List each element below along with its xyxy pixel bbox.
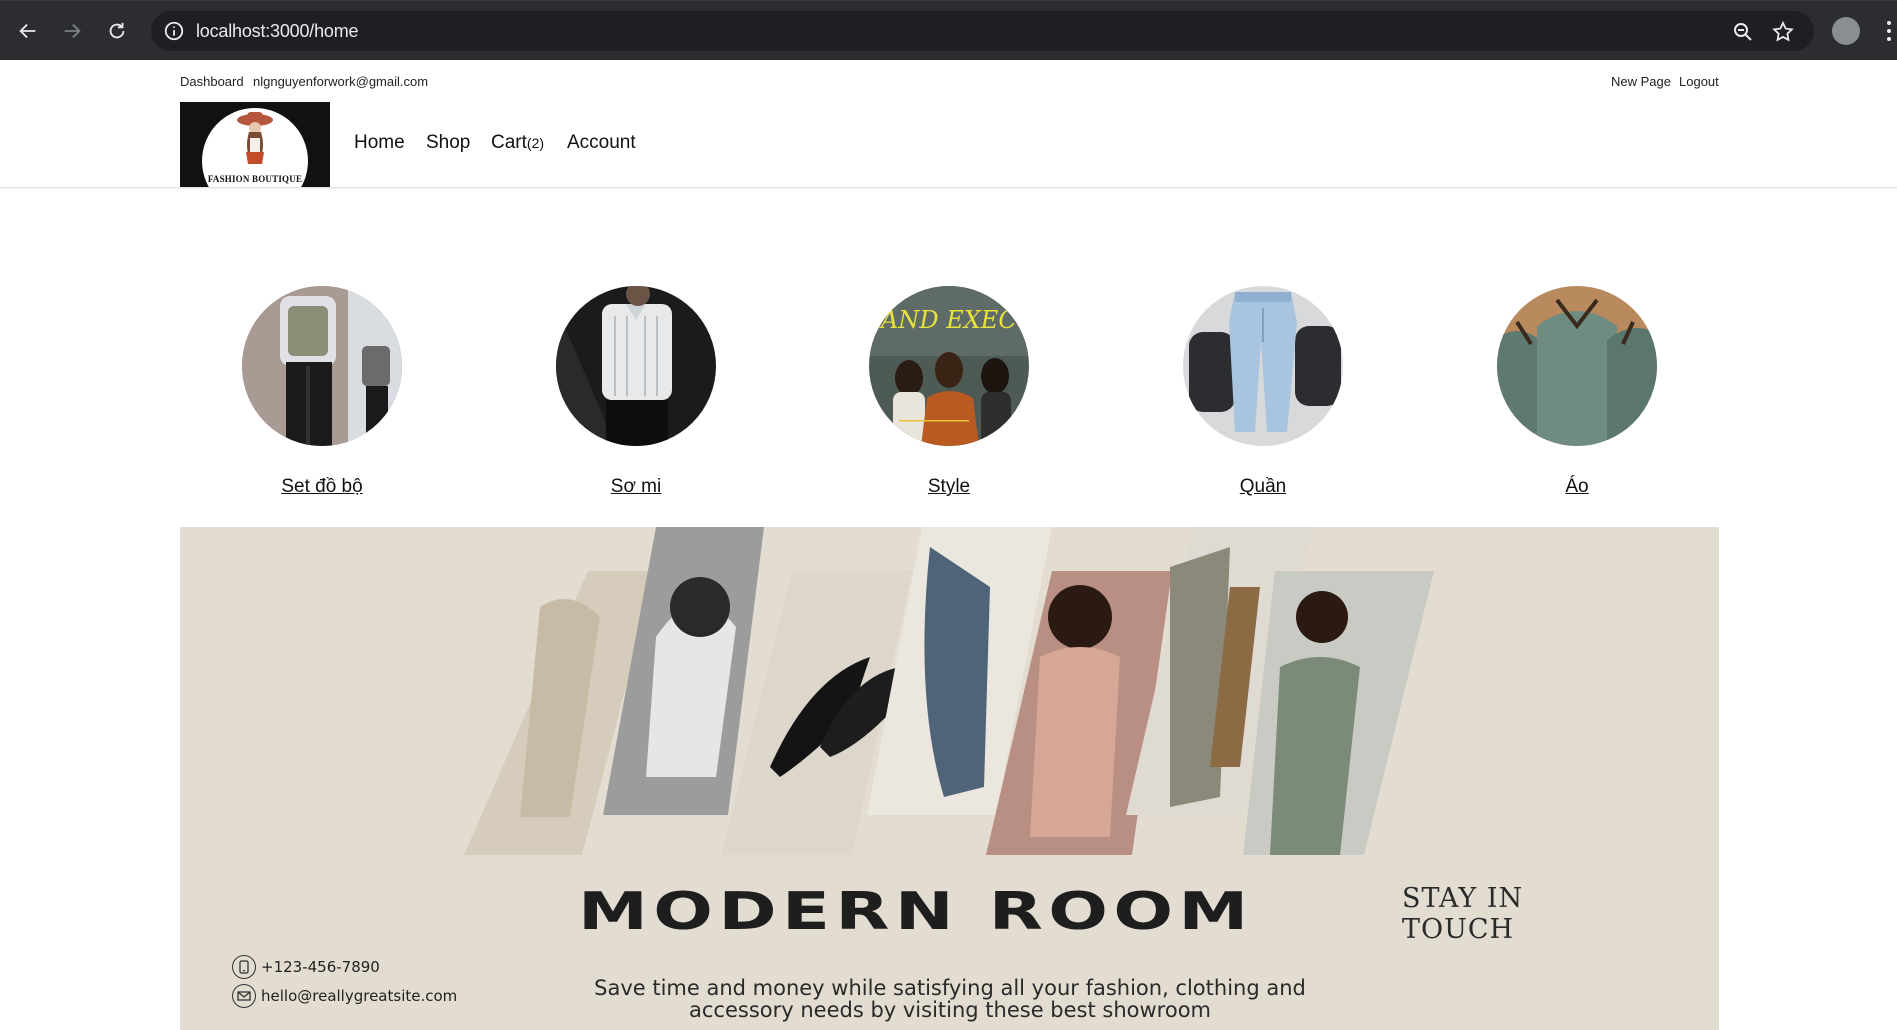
forward-button[interactable] <box>58 17 86 45</box>
arrow-left-icon <box>19 23 36 39</box>
category-quan[interactable]: Quần <box>1163 286 1363 498</box>
nav-cart[interactable]: Cart(2) <box>491 132 544 154</box>
logo-text: FASHION BOUTIQUE <box>207 174 303 184</box>
category-so-mi[interactable]: Sơ mi <box>536 286 736 498</box>
category-image[interactable] <box>1183 286 1343 446</box>
category-style[interactable]: AND EXECU Style <box>849 286 1049 498</box>
zoom-icon[interactable] <box>1731 20 1755 44</box>
phone-icon <box>232 955 256 979</box>
category-set-do-bo[interactable]: Set đồ bộ <box>222 286 422 498</box>
email-address: hello@reallygreatsite.com <box>261 987 458 1005</box>
new-page-link[interactable]: New Page <box>1611 74 1671 89</box>
touch-line: TOUCH <box>1402 914 1515 945</box>
arrow-right-icon <box>64 23 81 39</box>
profile-avatar[interactable] <box>1832 17 1860 45</box>
cart-count-badge: (2) <box>526 135 545 151</box>
woman-hat-icon <box>237 112 273 164</box>
category-image[interactable] <box>1497 286 1657 446</box>
category-image[interactable] <box>556 286 716 446</box>
category-label[interactable]: Set đồ bộ <box>281 476 362 498</box>
banner-title: MODERN ROOM <box>578 882 1254 942</box>
logout-link[interactable]: Logout <box>1679 74 1719 89</box>
address-bar[interactable]: localhost:3000/home <box>151 11 1814 51</box>
contact-phone: +123-456-7890 <box>232 955 380 979</box>
site-logo[interactable]: FASHION BOUTIQUE <box>180 102 330 187</box>
style-image-text: AND EXECU <box>879 306 1029 334</box>
stay-in-touch: STAY IN TOUCH <box>1402 883 1523 945</box>
back-button[interactable] <box>14 17 42 45</box>
category-label[interactable]: Style <box>928 476 970 498</box>
reload-icon <box>109 22 125 39</box>
nav-account[interactable]: Account <box>567 132 636 154</box>
category-label[interactable]: Quần <box>1240 476 1286 498</box>
banner-description: Save time and money while satisfying all… <box>550 977 1350 1021</box>
user-email: nlgnguyenforwork@gmail.com <box>253 74 429 89</box>
dashboard-link[interactable]: Dashboard <box>180 74 244 89</box>
reload-button[interactable] <box>103 17 131 45</box>
menu-kebab-icon[interactable] <box>1886 19 1892 43</box>
url-text[interactable]: localhost:3000/home <box>196 21 359 42</box>
promo-banner: MODERN ROOM STAY IN TOUCH +123-456-7890 … <box>180 527 1719 1030</box>
category-label[interactable]: Sơ mi <box>611 476 661 498</box>
category-label[interactable]: Áo <box>1565 476 1588 498</box>
category-image[interactable] <box>242 286 402 446</box>
site-header: Dashboard nlgnguyenforwork@gmail.com New… <box>0 60 1897 188</box>
bookmark-star-icon[interactable] <box>1771 20 1795 44</box>
browser-toolbar: localhost:3000/home <box>0 0 1897 60</box>
description-line-1: Save time and money while satisfying all… <box>594 976 1306 1000</box>
phone-number: +123-456-7890 <box>261 958 380 976</box>
stay-line: STAY IN <box>1402 883 1524 914</box>
nav-shop[interactable]: Shop <box>426 132 470 154</box>
category-ao[interactable]: Áo <box>1477 286 1677 498</box>
description-line-2: accessory needs by visiting these best s… <box>689 998 1211 1022</box>
category-image[interactable]: AND EXECU <box>869 286 1029 446</box>
nav-cart-label: Cart <box>491 132 527 153</box>
contact-email: hello@reallygreatsite.com <box>232 984 457 1008</box>
site-info-icon[interactable] <box>163 20 185 42</box>
nav-home[interactable]: Home <box>354 132 405 154</box>
mail-icon <box>232 984 256 1008</box>
